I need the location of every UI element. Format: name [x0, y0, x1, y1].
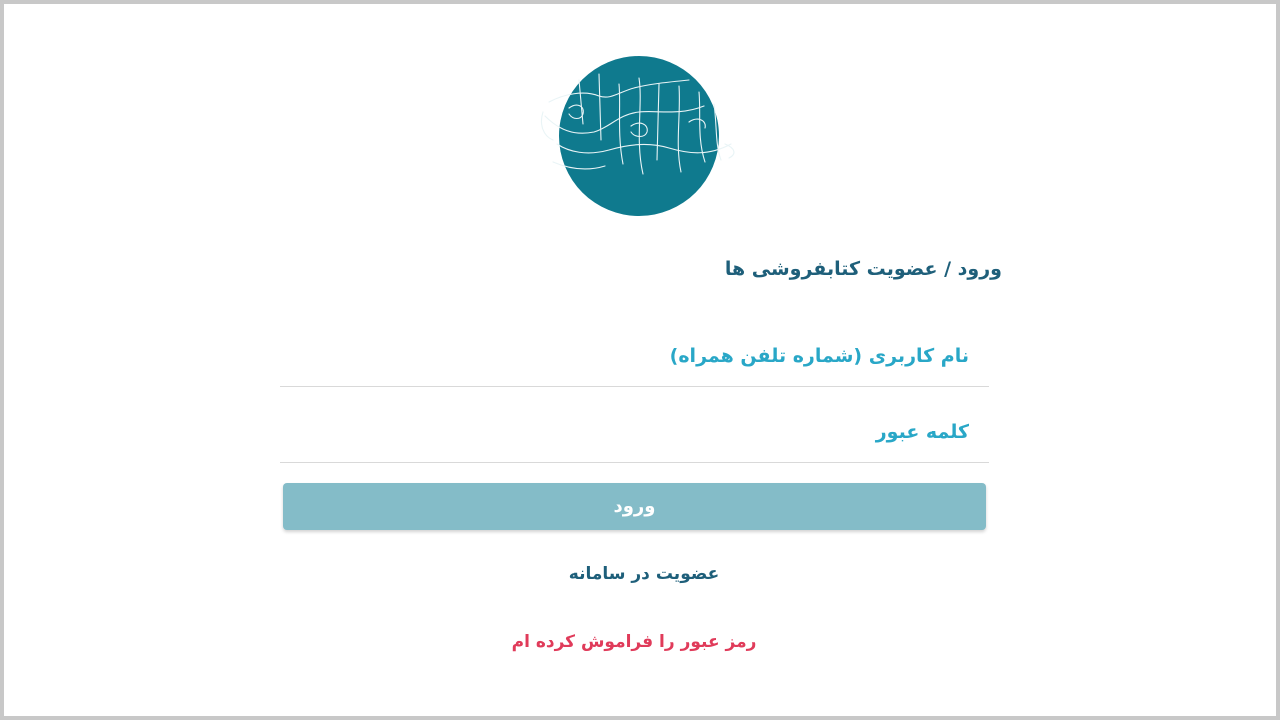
calligraphy-logo — [540, 56, 735, 216]
page-title: ورود / عضویت کتابفروشی ها — [724, 258, 1002, 280]
register-link[interactable]: عضویت در سامانه — [444, 564, 844, 584]
password-field-container — [280, 402, 989, 463]
login-button[interactable]: ورود — [283, 483, 986, 530]
username-field-container — [280, 326, 989, 387]
username-input[interactable] — [280, 326, 989, 386]
page-frame: ورود / عضویت کتابفروشی ها ورود عضویت در … — [4, 4, 1276, 716]
password-input[interactable] — [280, 402, 989, 462]
forgot-password-link[interactable]: رمز عبور را فراموش کرده ام — [434, 632, 834, 652]
